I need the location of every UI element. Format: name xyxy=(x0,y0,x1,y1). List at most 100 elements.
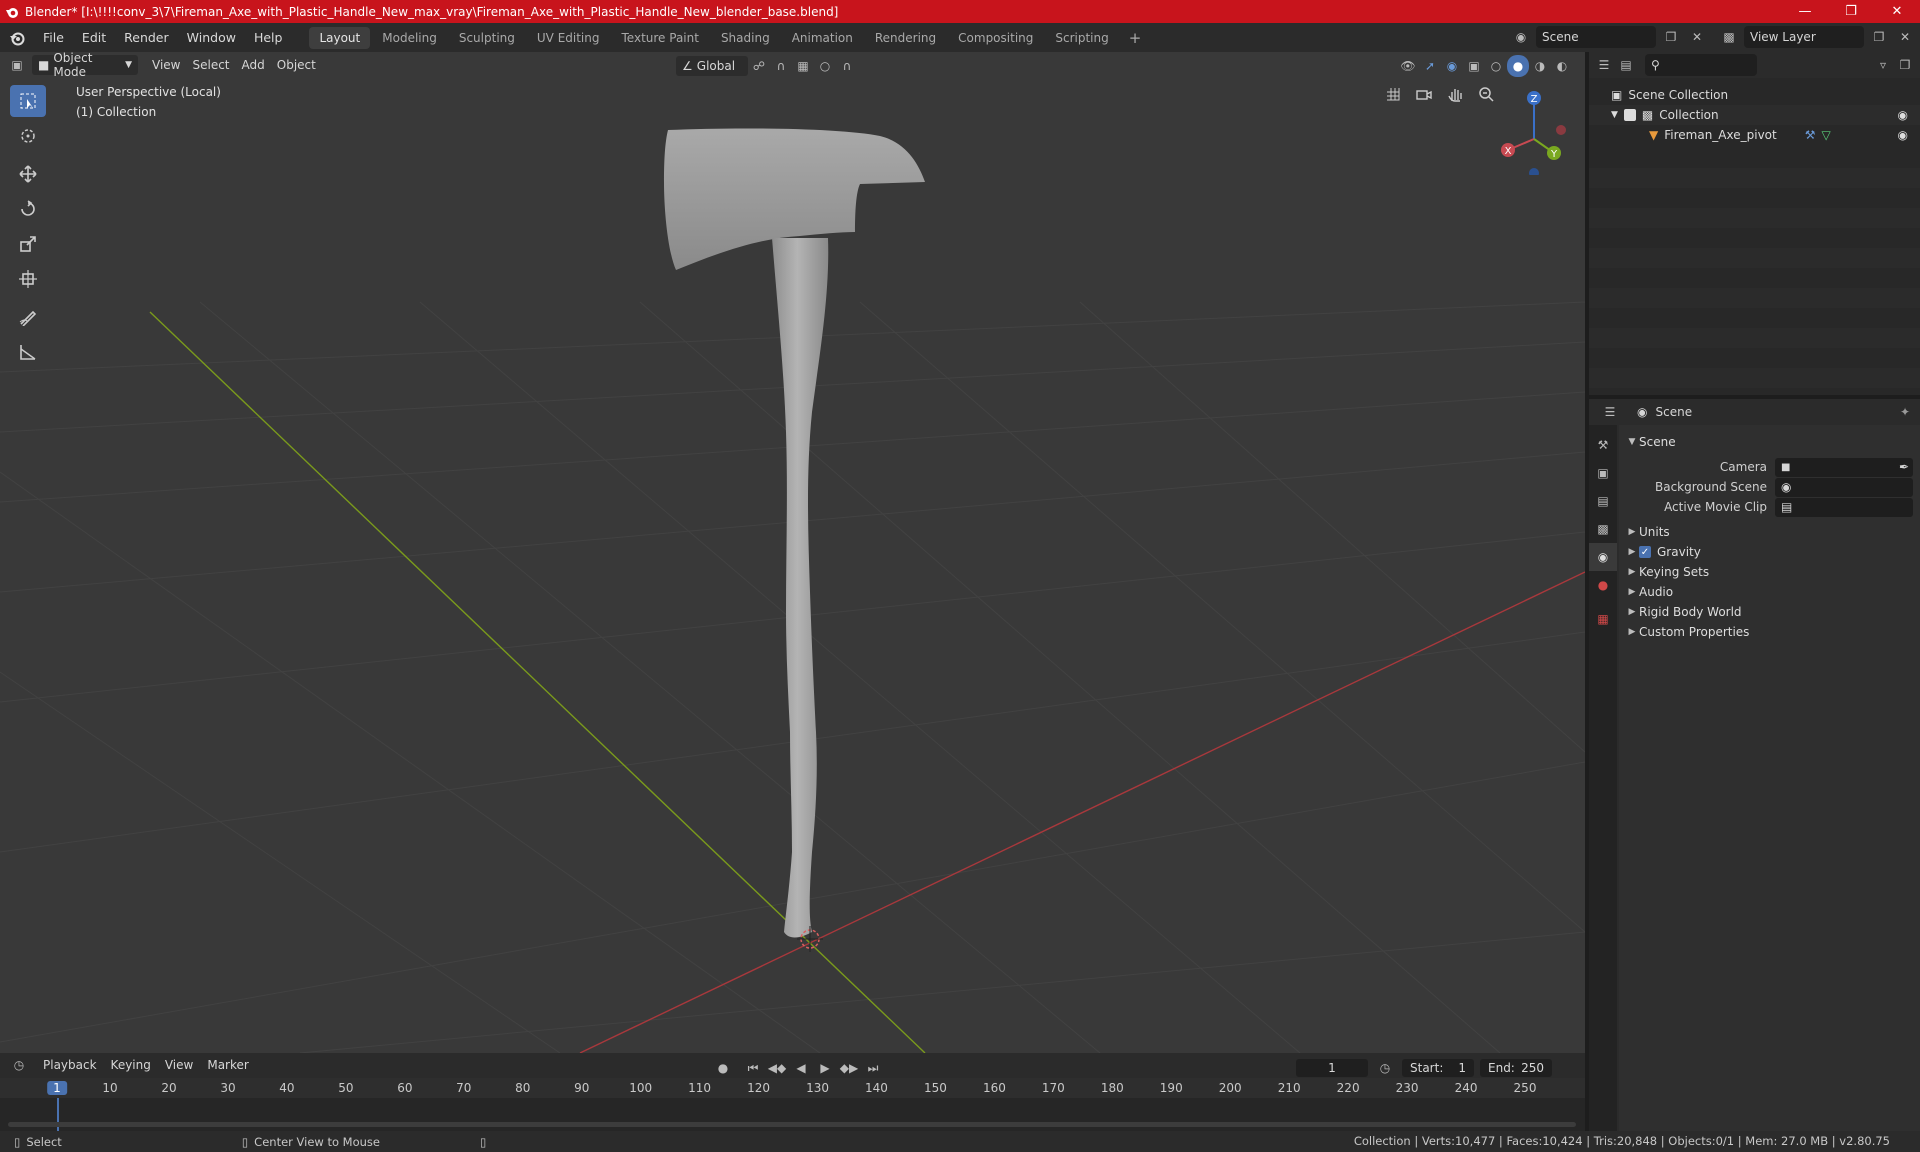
delete-scene-icon[interactable]: ✕ xyxy=(1686,26,1708,48)
jump-end-icon[interactable]: ⏭ xyxy=(862,1057,884,1079)
keying-sets-panel-header[interactable]: ▶ Keying Sets xyxy=(1619,561,1920,583)
workspace-tab-compositing[interactable]: Compositing xyxy=(948,27,1043,49)
output-tab-icon[interactable]: ▤ xyxy=(1589,487,1617,515)
current-frame-field[interactable]: 1 xyxy=(1296,1059,1368,1077)
outliner-object-row[interactable]: ▼ Fireman_Axe_pivot ⚒ ▽ ◉ xyxy=(1589,125,1920,145)
xray-toggle-icon[interactable]: ▣ xyxy=(1463,55,1485,77)
render-tab-icon[interactable]: ▣ xyxy=(1589,459,1617,487)
mesh-data-icon[interactable]: ▽ xyxy=(1822,128,1831,142)
add-workspace-button[interactable]: + xyxy=(1121,29,1150,47)
annotate-tool[interactable] xyxy=(10,301,46,333)
view-layer-selector-icon[interactable]: ▩ xyxy=(1718,26,1740,48)
cursor-tool[interactable] xyxy=(10,120,46,152)
overlay-toggle-icon[interactable]: ◉ xyxy=(1441,55,1463,77)
texture-tab-icon[interactable]: ▦ xyxy=(1589,605,1617,633)
tool-tab-icon[interactable]: ⚒ xyxy=(1589,431,1617,459)
eyedropper-icon[interactable]: ✒ xyxy=(1899,460,1909,474)
properties-editor-type-icon[interactable]: ☰ xyxy=(1599,401,1621,423)
viewport-menu-view[interactable]: View xyxy=(146,58,186,72)
jump-start-icon[interactable]: ⏮ xyxy=(742,1057,764,1079)
maximize-button[interactable]: ❐ xyxy=(1828,0,1874,23)
falloff-icon[interactable]: ∩ xyxy=(836,55,858,77)
new-scene-icon[interactable]: ❐ xyxy=(1660,26,1682,48)
end-frame-field[interactable]: End: 250 xyxy=(1480,1059,1552,1077)
timeline-track-area[interactable] xyxy=(0,1098,1585,1131)
next-keyframe-icon[interactable]: ◆▶ xyxy=(838,1057,860,1079)
camera-view-icon[interactable] xyxy=(1410,80,1438,108)
outliner-collection-row[interactable]: ▼ ▩ Collection ◉ xyxy=(1589,105,1920,125)
outliner-empty-area[interactable] xyxy=(1589,148,1920,395)
workspace-tab-sculpting[interactable]: Sculpting xyxy=(449,27,525,49)
object-mode-dropdown[interactable]: ■ Object Mode ▼ xyxy=(32,52,138,79)
timeline-menu-marker[interactable]: Marker xyxy=(200,1058,255,1072)
3d-viewport[interactable]: ▣ ■ Object Mode ▼ View Select Add Object ∠ … xyxy=(0,52,1585,1053)
workspace-tab-texture-paint[interactable]: Texture Paint xyxy=(612,27,709,49)
expand-arrow-icon[interactable]: ▼ xyxy=(1611,110,1618,120)
gravity-panel-header[interactable]: ▶ ✓ Gravity xyxy=(1619,541,1920,563)
menu-window[interactable]: Window xyxy=(178,23,245,52)
outliner-editor-type-icon[interactable]: ☰ xyxy=(1593,54,1615,76)
viewport-menu-object[interactable]: Object xyxy=(271,58,322,72)
eye-icon[interactable]: ◉ xyxy=(1898,128,1908,142)
play-reverse-icon[interactable]: ◀ xyxy=(790,1057,812,1079)
filter-icon[interactable]: ▿ xyxy=(1872,54,1894,76)
view-layer-field[interactable]: View Layer xyxy=(1744,26,1864,48)
workspace-tab-shading[interactable]: Shading xyxy=(711,27,780,49)
menu-help[interactable]: Help xyxy=(245,23,292,52)
transform-orientation-dropdown[interactable]: ∠ Global xyxy=(676,56,748,76)
snap-icon[interactable]: ∩ xyxy=(770,55,792,77)
menu-file[interactable]: File xyxy=(34,23,73,52)
scene-tab-icon[interactable]: ◉ xyxy=(1589,543,1617,571)
eye-icon[interactable]: ◉ xyxy=(1898,108,1908,122)
start-frame-field[interactable]: Start: 1 xyxy=(1402,1059,1474,1077)
delete-view-layer-icon[interactable]: ✕ xyxy=(1894,26,1916,48)
blender-menu-icon[interactable] xyxy=(0,30,34,46)
display-mode-icon[interactable]: ▤ xyxy=(1615,54,1637,76)
pin-icon[interactable]: ✦ xyxy=(1900,405,1910,419)
navigation-gizmo[interactable]: Z X Y xyxy=(1495,85,1585,175)
gravity-checkbox[interactable]: ✓ xyxy=(1639,546,1651,558)
editor-type-icon[interactable]: ▣ xyxy=(6,54,28,76)
minimize-button[interactable]: — xyxy=(1782,0,1828,23)
workspace-tab-rendering[interactable]: Rendering xyxy=(865,27,946,49)
timeline-scrollbar[interactable] xyxy=(8,1122,1576,1127)
viewport-menu-select[interactable]: Select xyxy=(186,58,235,72)
rigid-body-world-panel-header[interactable]: ▶ Rigid Body World xyxy=(1619,601,1920,623)
wireframe-shading-icon[interactable]: ○ xyxy=(1485,55,1507,77)
collection-checkbox[interactable] xyxy=(1623,109,1636,121)
play-icon[interactable]: ▶ xyxy=(814,1057,836,1079)
new-view-layer-icon[interactable]: ❐ xyxy=(1868,26,1890,48)
new-collection-icon[interactable]: ❐ xyxy=(1894,54,1916,76)
material-shading-icon[interactable]: ◑ xyxy=(1529,55,1551,77)
visibility-icon[interactable]: 👁 xyxy=(1397,55,1419,77)
pivot-point-icon[interactable]: ☍ xyxy=(748,55,770,77)
toggle-ortho-icon[interactable] xyxy=(1379,80,1407,108)
workspace-tab-uv-editing[interactable]: UV Editing xyxy=(527,27,610,49)
gizmo-toggle-icon[interactable]: ➚ xyxy=(1419,55,1441,77)
custom-properties-panel-header[interactable]: ▶ Custom Properties xyxy=(1619,621,1920,643)
viewport-menu-add[interactable]: Add xyxy=(236,58,271,72)
audio-panel-header[interactable]: ▶ Audio xyxy=(1619,581,1920,603)
workspace-tab-animation[interactable]: Animation xyxy=(782,27,863,49)
camera-field[interactable]: ■ ✒ xyxy=(1775,457,1913,477)
outliner-scene-collection-row[interactable]: ▣ Scene Collection xyxy=(1589,85,1920,105)
snap-target-icon[interactable]: ▦ xyxy=(792,55,814,77)
scale-tool[interactable] xyxy=(10,228,46,260)
outliner-search-field[interactable]: ⚲ xyxy=(1645,54,1757,76)
scene-selector-icon[interactable]: ◉ xyxy=(1510,26,1532,48)
active-movie-clip-field[interactable]: ▤ xyxy=(1775,497,1913,517)
proportional-edit-icon[interactable]: ○ xyxy=(814,55,836,77)
move-tool[interactable] xyxy=(10,158,46,190)
rotate-tool[interactable] xyxy=(10,193,46,225)
scene-panel-header[interactable]: ▼ Scene xyxy=(1619,431,1920,453)
rendered-shading-icon[interactable]: ◐ xyxy=(1551,55,1573,77)
pan-view-icon[interactable] xyxy=(1441,80,1469,108)
timeline-menu-playback[interactable]: Playback xyxy=(36,1058,104,1072)
modifier-wrench-icon[interactable]: ⚒ xyxy=(1805,128,1816,142)
workspace-tab-modeling[interactable]: Modeling xyxy=(372,27,447,49)
solid-shading-icon[interactable]: ● xyxy=(1507,55,1529,77)
world-tab-icon[interactable]: ● xyxy=(1589,571,1617,599)
workspace-tab-layout[interactable]: Layout xyxy=(309,26,371,49)
timeline-menu-view[interactable]: View xyxy=(158,1058,200,1072)
timeline-menu-keying[interactable]: Keying xyxy=(104,1058,158,1072)
